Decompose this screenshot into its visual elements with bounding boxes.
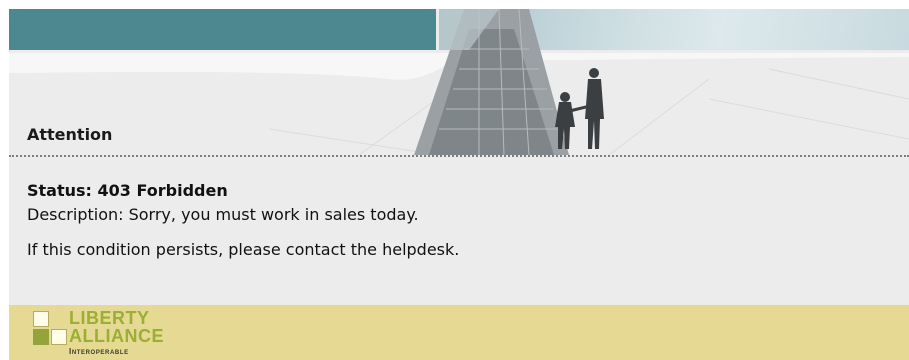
logo-text-liberty: LIBERTY: [69, 308, 150, 328]
logo-text-interoperable: Interoperable: [69, 347, 129, 356]
logo-text-alliance: ALLIANCE: [69, 326, 164, 346]
banner-building-photo: [9, 9, 909, 155]
liberty-alliance-logo: LIBERTY ALLIANCE Interoperable: [33, 308, 223, 360]
footer: LIBERTY ALLIANCE Interoperable: [9, 305, 909, 360]
error-message: Status: 403 Forbidden Description: Sorry…: [27, 179, 897, 262]
logo-square-icon: [51, 329, 67, 345]
page-title: Attention: [27, 125, 113, 144]
header-banner: Attention: [9, 9, 909, 155]
error-page: Attention Status: 403 Forbidden Descript…: [9, 9, 909, 360]
logo-square-icon: [33, 311, 49, 327]
status-text: Status: 403 Forbidden: [27, 181, 228, 200]
description-text: Description: Sorry, you must work in sal…: [27, 205, 419, 224]
logo-square-icon: [33, 329, 49, 345]
divider: [9, 155, 909, 157]
helpdesk-note: If this condition persists, please conta…: [27, 240, 460, 259]
